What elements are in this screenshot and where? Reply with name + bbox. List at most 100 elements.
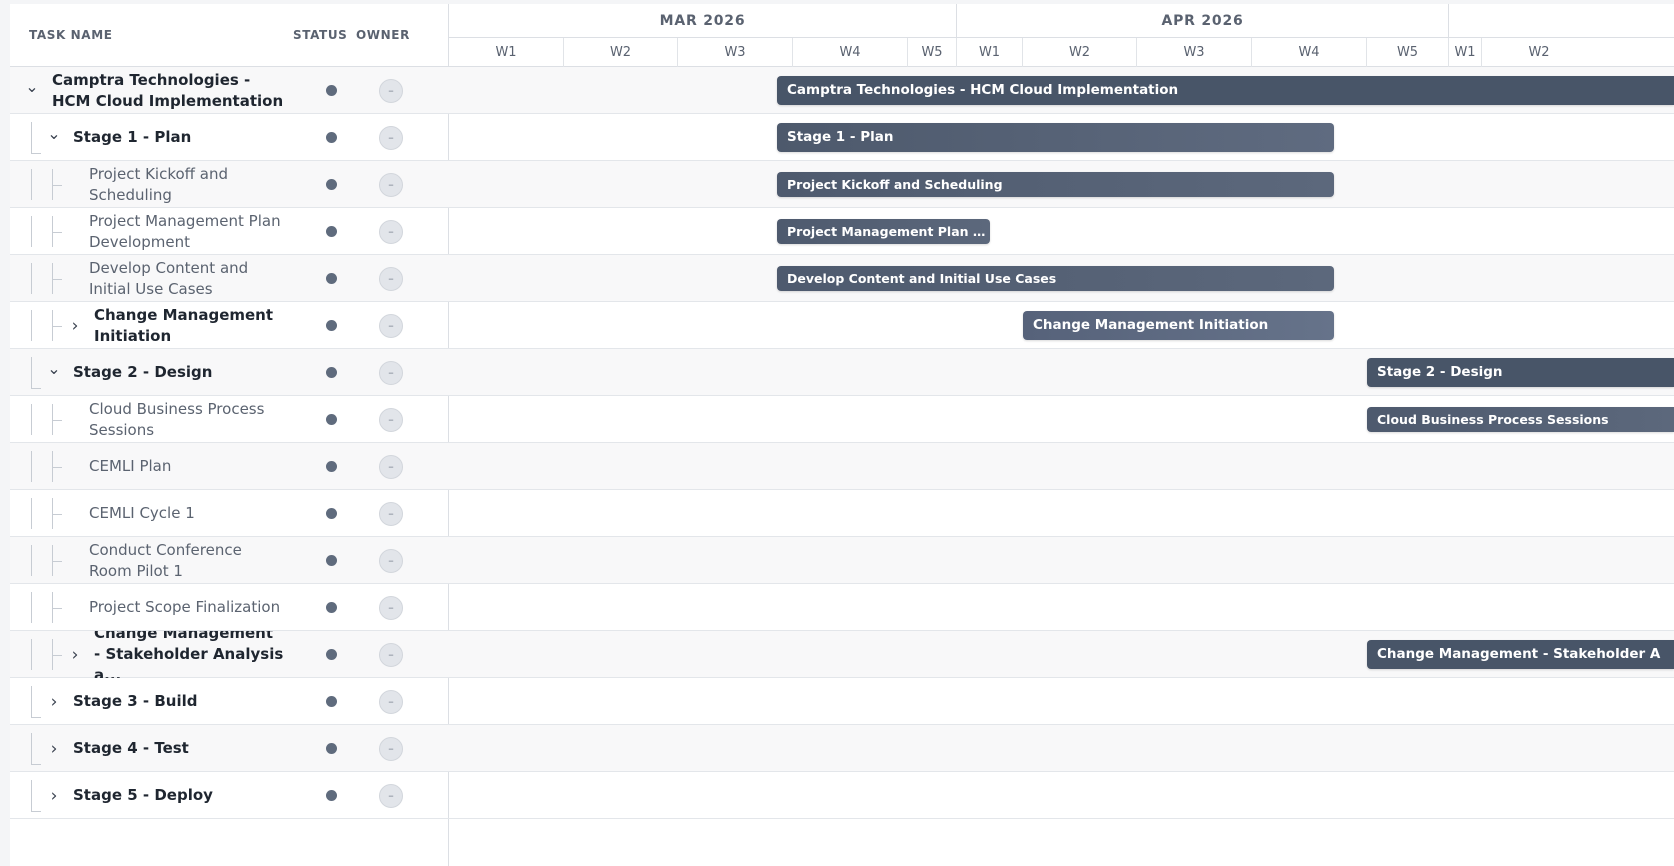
owner-avatar[interactable]: – <box>379 595 403 620</box>
status-indicator-icon[interactable] <box>326 790 337 801</box>
status-indicator-icon[interactable] <box>326 85 337 96</box>
owner-avatar[interactable]: – <box>379 642 403 667</box>
status-indicator-icon[interactable] <box>326 743 337 754</box>
task-bar[interactable]: Develop Content and Initial Use Cases <box>777 266 1334 291</box>
tree-guide-line <box>52 232 62 233</box>
task-name[interactable]: Stage 4 - Test <box>73 725 288 772</box>
status-indicator-icon[interactable] <box>326 320 337 331</box>
owner-avatar[interactable]: – <box>379 736 403 761</box>
task-row[interactable]: Conduct Conference Room Pilot 1 – <box>10 537 449 584</box>
owner-avatar[interactable]: – <box>379 266 403 291</box>
tree-guide-line <box>31 388 41 389</box>
task-bar[interactable]: Change Management - Stakeholder A <box>1367 640 1674 669</box>
gantt-row <box>449 678 1674 725</box>
tree-guide-line <box>31 310 32 341</box>
chevron-right-icon[interactable]: › <box>68 317 82 334</box>
tree-guide-line <box>31 780 32 811</box>
status-indicator-icon[interactable] <box>326 273 337 284</box>
chevron-right-icon[interactable]: › <box>68 646 82 663</box>
task-name[interactable]: Change Management Initiation <box>94 302 284 349</box>
timeline-week: W3 <box>1137 38 1252 67</box>
chevron-down-icon[interactable]: ⌄ <box>47 125 61 145</box>
task-row[interactable]: Project Scope Finalization – <box>10 584 449 631</box>
tree-guide-line <box>31 451 32 482</box>
task-bar[interactable]: Cloud Business Process Sessions <box>1367 407 1674 432</box>
status-indicator-icon[interactable] <box>326 132 337 143</box>
task-bar[interactable]: Project Management Plan Develo... <box>777 219 990 244</box>
gantt-row: Project Management Plan Develo... <box>449 208 1674 255</box>
status-indicator-icon[interactable] <box>326 555 337 566</box>
owner-avatar[interactable]: – <box>379 548 403 573</box>
owner-avatar[interactable]: – <box>379 360 403 385</box>
timeline-week: W5 <box>908 38 957 67</box>
task-row[interactable]: › Stage 3 - Build – <box>10 678 449 725</box>
timeline-week: W2 <box>1023 38 1137 67</box>
column-header-owner[interactable]: OWNER <box>356 28 410 42</box>
task-row[interactable]: › Change Management - Stakeholder Analysi… <box>10 631 449 678</box>
status-indicator-icon[interactable] <box>326 696 337 707</box>
status-indicator-icon[interactable] <box>326 226 337 237</box>
task-name[interactable]: Conduct Conference Room Pilot 1 <box>89 537 289 584</box>
status-indicator-icon[interactable] <box>326 461 337 472</box>
task-list-panel: TASK NAME STATUS OWNER ⌄ Camptra Technolo… <box>10 4 449 866</box>
task-name[interactable]: Stage 2 - Design <box>73 349 288 396</box>
task-row[interactable]: Develop Content and Initial Use Cases – <box>10 255 449 302</box>
timeline-week: W1 <box>957 38 1023 67</box>
task-bar[interactable]: Stage 1 - Plan <box>777 123 1334 152</box>
task-name[interactable]: Project Management Plan Development <box>89 208 289 255</box>
chevron-right-icon[interactable]: › <box>47 740 61 757</box>
status-indicator-icon[interactable] <box>326 367 337 378</box>
task-row[interactable]: › Change Management Initiation – <box>10 302 449 349</box>
task-name[interactable]: Develop Content and Initial Use Cases <box>89 255 289 302</box>
timeline-month <box>1449 4 1674 38</box>
status-indicator-icon[interactable] <box>326 179 337 190</box>
owner-avatar[interactable]: – <box>379 313 403 338</box>
task-name[interactable]: CEMLI Cycle 1 <box>89 490 289 537</box>
chevron-right-icon[interactable]: › <box>47 693 61 710</box>
status-indicator-icon[interactable] <box>326 414 337 425</box>
owner-avatar[interactable]: – <box>379 501 403 526</box>
chevron-down-icon[interactable]: ⌄ <box>25 78 39 98</box>
chevron-right-icon[interactable]: › <box>47 787 61 804</box>
owner-avatar[interactable]: – <box>379 407 403 432</box>
task-name[interactable]: Cloud Business Process Sessions <box>89 396 289 443</box>
tree-guide-line <box>52 420 62 421</box>
owner-avatar[interactable]: – <box>379 219 403 244</box>
task-name[interactable]: Project Kickoff and Scheduling <box>89 161 289 208</box>
task-bar[interactable]: Camptra Technologies - HCM Cloud Impleme… <box>777 76 1674 105</box>
task-bar[interactable]: Project Kickoff and Scheduling <box>777 172 1334 197</box>
task-name[interactable]: Change Management - Stakeholder Analysis… <box>94 631 284 678</box>
task-name[interactable]: Project Scope Finalization <box>89 584 289 631</box>
owner-avatar[interactable]: – <box>379 689 403 714</box>
task-row[interactable]: › Stage 5 - Deploy – <box>10 772 449 819</box>
task-name[interactable]: Stage 3 - Build <box>73 678 288 725</box>
column-header-task-name[interactable]: TASK NAME <box>29 28 113 42</box>
task-bar[interactable]: Change Management Initiation <box>1023 311 1334 340</box>
owner-avatar[interactable]: – <box>379 172 403 197</box>
task-row[interactable]: CEMLI Cycle 1 – <box>10 490 449 537</box>
owner-avatar[interactable]: – <box>379 454 403 479</box>
task-bar[interactable]: Stage 2 - Design <box>1367 358 1674 387</box>
status-indicator-icon[interactable] <box>326 649 337 660</box>
status-indicator-icon[interactable] <box>326 602 337 613</box>
task-row[interactable]: Cloud Business Process Sessions – <box>10 396 449 443</box>
task-row[interactable]: Project Management Plan Development – <box>10 208 449 255</box>
task-row[interactable]: CEMLI Plan – <box>10 443 449 490</box>
task-name[interactable]: Stage 1 - Plan <box>73 114 288 161</box>
owner-avatar[interactable]: – <box>379 783 403 808</box>
owner-avatar[interactable]: – <box>379 78 403 103</box>
task-row[interactable]: ⌄ Stage 1 - Plan – <box>10 114 449 161</box>
task-name[interactable]: Stage 5 - Deploy <box>73 772 288 819</box>
task-row[interactable]: › Stage 4 - Test – <box>10 725 449 772</box>
status-indicator-icon[interactable] <box>326 508 337 519</box>
tree-guide-line <box>52 326 62 327</box>
task-row[interactable]: ⌄ Camptra Technologies - HCM Cloud Implem… <box>10 67 449 114</box>
owner-avatar[interactable]: – <box>379 125 403 150</box>
task-name[interactable]: Camptra Technologies - HCM Cloud Impleme… <box>52 67 284 114</box>
task-row[interactable]: ⌄ Stage 2 - Design – <box>10 349 449 396</box>
task-name[interactable]: CEMLI Plan <box>89 443 289 490</box>
chevron-down-icon[interactable]: ⌄ <box>47 360 61 380</box>
column-header-status[interactable]: STATUS <box>293 28 347 42</box>
task-row[interactable]: Project Kickoff and Scheduling – <box>10 161 449 208</box>
gantt-row: Change Management Initiation <box>449 302 1674 349</box>
